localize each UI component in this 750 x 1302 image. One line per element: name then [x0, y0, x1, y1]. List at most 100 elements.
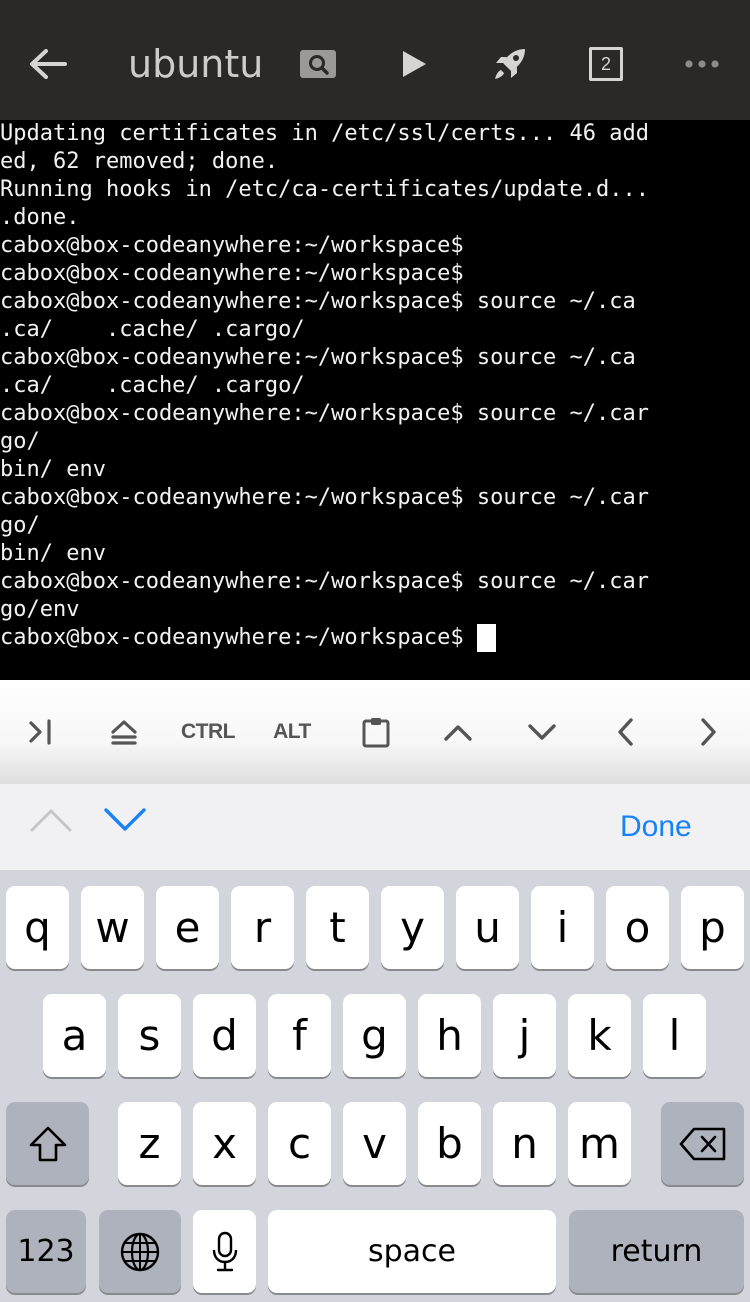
tabs-count-icon: 2 — [589, 47, 623, 81]
terminal-line: .ca/ .cache/ .cargo/ — [0, 373, 305, 398]
terminal-line: cabox@box-codeanywhere:~/workspace$ sour… — [0, 289, 636, 314]
globe-icon — [120, 1232, 160, 1271]
terminal-prompt: cabox@box-codeanywhere:~/workspace$ — [0, 625, 477, 650]
key-p[interactable]: p — [681, 886, 744, 969]
key-v[interactable]: v — [343, 1102, 406, 1185]
key-b[interactable]: b — [418, 1102, 481, 1185]
terminal-line: bin/ env — [0, 541, 106, 566]
play-icon — [403, 51, 426, 77]
escape-key-button[interactable] — [94, 702, 154, 762]
done-button[interactable]: Done — [620, 804, 740, 850]
key-t[interactable]: t — [306, 886, 369, 969]
key-label: y — [400, 902, 425, 952]
chevron-right-icon — [701, 718, 716, 746]
key-label: k — [587, 1010, 612, 1060]
keyboard-navigation-bar: Done — [0, 784, 750, 871]
key-c[interactable]: c — [268, 1102, 331, 1185]
key-label: d — [211, 1010, 238, 1060]
alt-key-button[interactable]: ALT — [262, 702, 322, 762]
key-s[interactable]: s — [118, 994, 181, 1077]
terminal-line: go/ — [0, 429, 40, 454]
more-icon — [685, 60, 719, 68]
return-key[interactable]: return — [569, 1210, 744, 1293]
deploy-button[interactable] — [484, 34, 536, 94]
eject-icon — [111, 720, 137, 745]
terminal-output[interactable]: Updating certificates in /etc/ssl/certs.… — [0, 120, 750, 680]
backspace-icon — [679, 1127, 725, 1160]
key-j[interactable]: j — [493, 994, 556, 1077]
backspace-key[interactable] — [661, 1102, 744, 1185]
key-g[interactable]: g — [343, 994, 406, 1077]
chevron-up-icon — [30, 809, 72, 832]
key-label: i — [556, 902, 569, 952]
key-label: v — [362, 1118, 387, 1168]
tab-key-button[interactable] — [12, 702, 72, 762]
key-u[interactable]: u — [456, 886, 519, 969]
arrow-down-key-button[interactable] — [512, 702, 572, 762]
key-label: t — [329, 902, 346, 952]
key-i[interactable]: i — [531, 886, 594, 969]
key-a[interactable]: a — [43, 994, 106, 1077]
key-label: w — [95, 902, 130, 952]
globe-key[interactable] — [99, 1210, 181, 1293]
key-q[interactable]: q — [6, 886, 69, 969]
app-header: ubuntu 2 — [0, 0, 750, 120]
key-label: s — [138, 1010, 161, 1060]
arrow-up-key-button[interactable] — [428, 702, 488, 762]
key-z[interactable]: z — [118, 1102, 181, 1185]
more-button[interactable] — [676, 34, 728, 94]
terminal-line: cabox@box-codeanywhere:~/workspace$ — [0, 261, 464, 286]
dictation-key[interactable] — [193, 1210, 256, 1293]
next-field-button[interactable] — [102, 804, 154, 848]
terminal-line: .ca/ .cache/ .cargo/ — [0, 317, 305, 342]
chevron-left-icon — [618, 718, 633, 746]
key-label: a — [61, 1010, 88, 1060]
key-e[interactable]: e — [156, 886, 219, 969]
terminal-prompt-line: cabox@box-codeanywhere:~/workspace$ — [0, 624, 496, 652]
key-n[interactable]: n — [493, 1102, 556, 1185]
tabs-button[interactable]: 2 — [580, 34, 632, 94]
key-label: x — [212, 1118, 237, 1168]
shift-key[interactable] — [6, 1102, 89, 1185]
terminal-line: Running hooks in /etc/ca-certificates/up… — [0, 177, 650, 202]
run-button[interactable] — [388, 34, 440, 94]
arrow-right-key-button[interactable] — [678, 702, 738, 762]
key-w[interactable]: w — [81, 886, 144, 969]
page-title: ubuntu — [128, 42, 264, 86]
key-x[interactable]: x — [193, 1102, 256, 1185]
terminal-line: bin/ env — [0, 457, 106, 482]
key-f[interactable]: f — [268, 994, 331, 1077]
space-key[interactable]: space — [268, 1210, 556, 1293]
back-arrow-icon — [30, 49, 67, 79]
key-label: u — [474, 902, 501, 952]
key-m[interactable]: m — [568, 1102, 631, 1185]
chevron-down-icon — [528, 724, 556, 740]
ctrl-key-button[interactable]: CTRL — [178, 702, 238, 762]
key-label: b — [436, 1118, 463, 1168]
key-o[interactable]: o — [606, 886, 669, 969]
arrow-left-key-button[interactable] — [596, 702, 656, 762]
terminal-line: go/ — [0, 513, 40, 538]
key-y[interactable]: y — [381, 886, 444, 969]
key-h[interactable]: h — [418, 994, 481, 1077]
paste-button[interactable] — [346, 702, 406, 762]
key-label: g — [361, 1010, 388, 1060]
previous-field-button[interactable] — [28, 804, 80, 848]
terminal-line: cabox@box-codeanywhere:~/workspace$ sour… — [0, 485, 650, 510]
key-r[interactable]: r — [231, 886, 294, 969]
numbers-key[interactable]: 123 — [6, 1210, 86, 1293]
terminal-line: ed, 62 removed; done. — [0, 149, 279, 174]
key-label: j — [518, 1010, 531, 1060]
key-label: q — [24, 902, 51, 952]
back-button[interactable] — [18, 34, 78, 94]
key-k[interactable]: k — [568, 994, 631, 1077]
key-label: n — [511, 1118, 538, 1168]
tab-key-icon — [29, 719, 51, 745]
key-l[interactable]: l — [643, 994, 706, 1077]
key-label: h — [436, 1010, 463, 1060]
key-label: r — [253, 902, 272, 952]
search-button[interactable] — [292, 34, 344, 94]
key-d[interactable]: d — [193, 994, 256, 1077]
key-label: p — [699, 902, 726, 952]
clipboard-icon — [362, 718, 390, 748]
